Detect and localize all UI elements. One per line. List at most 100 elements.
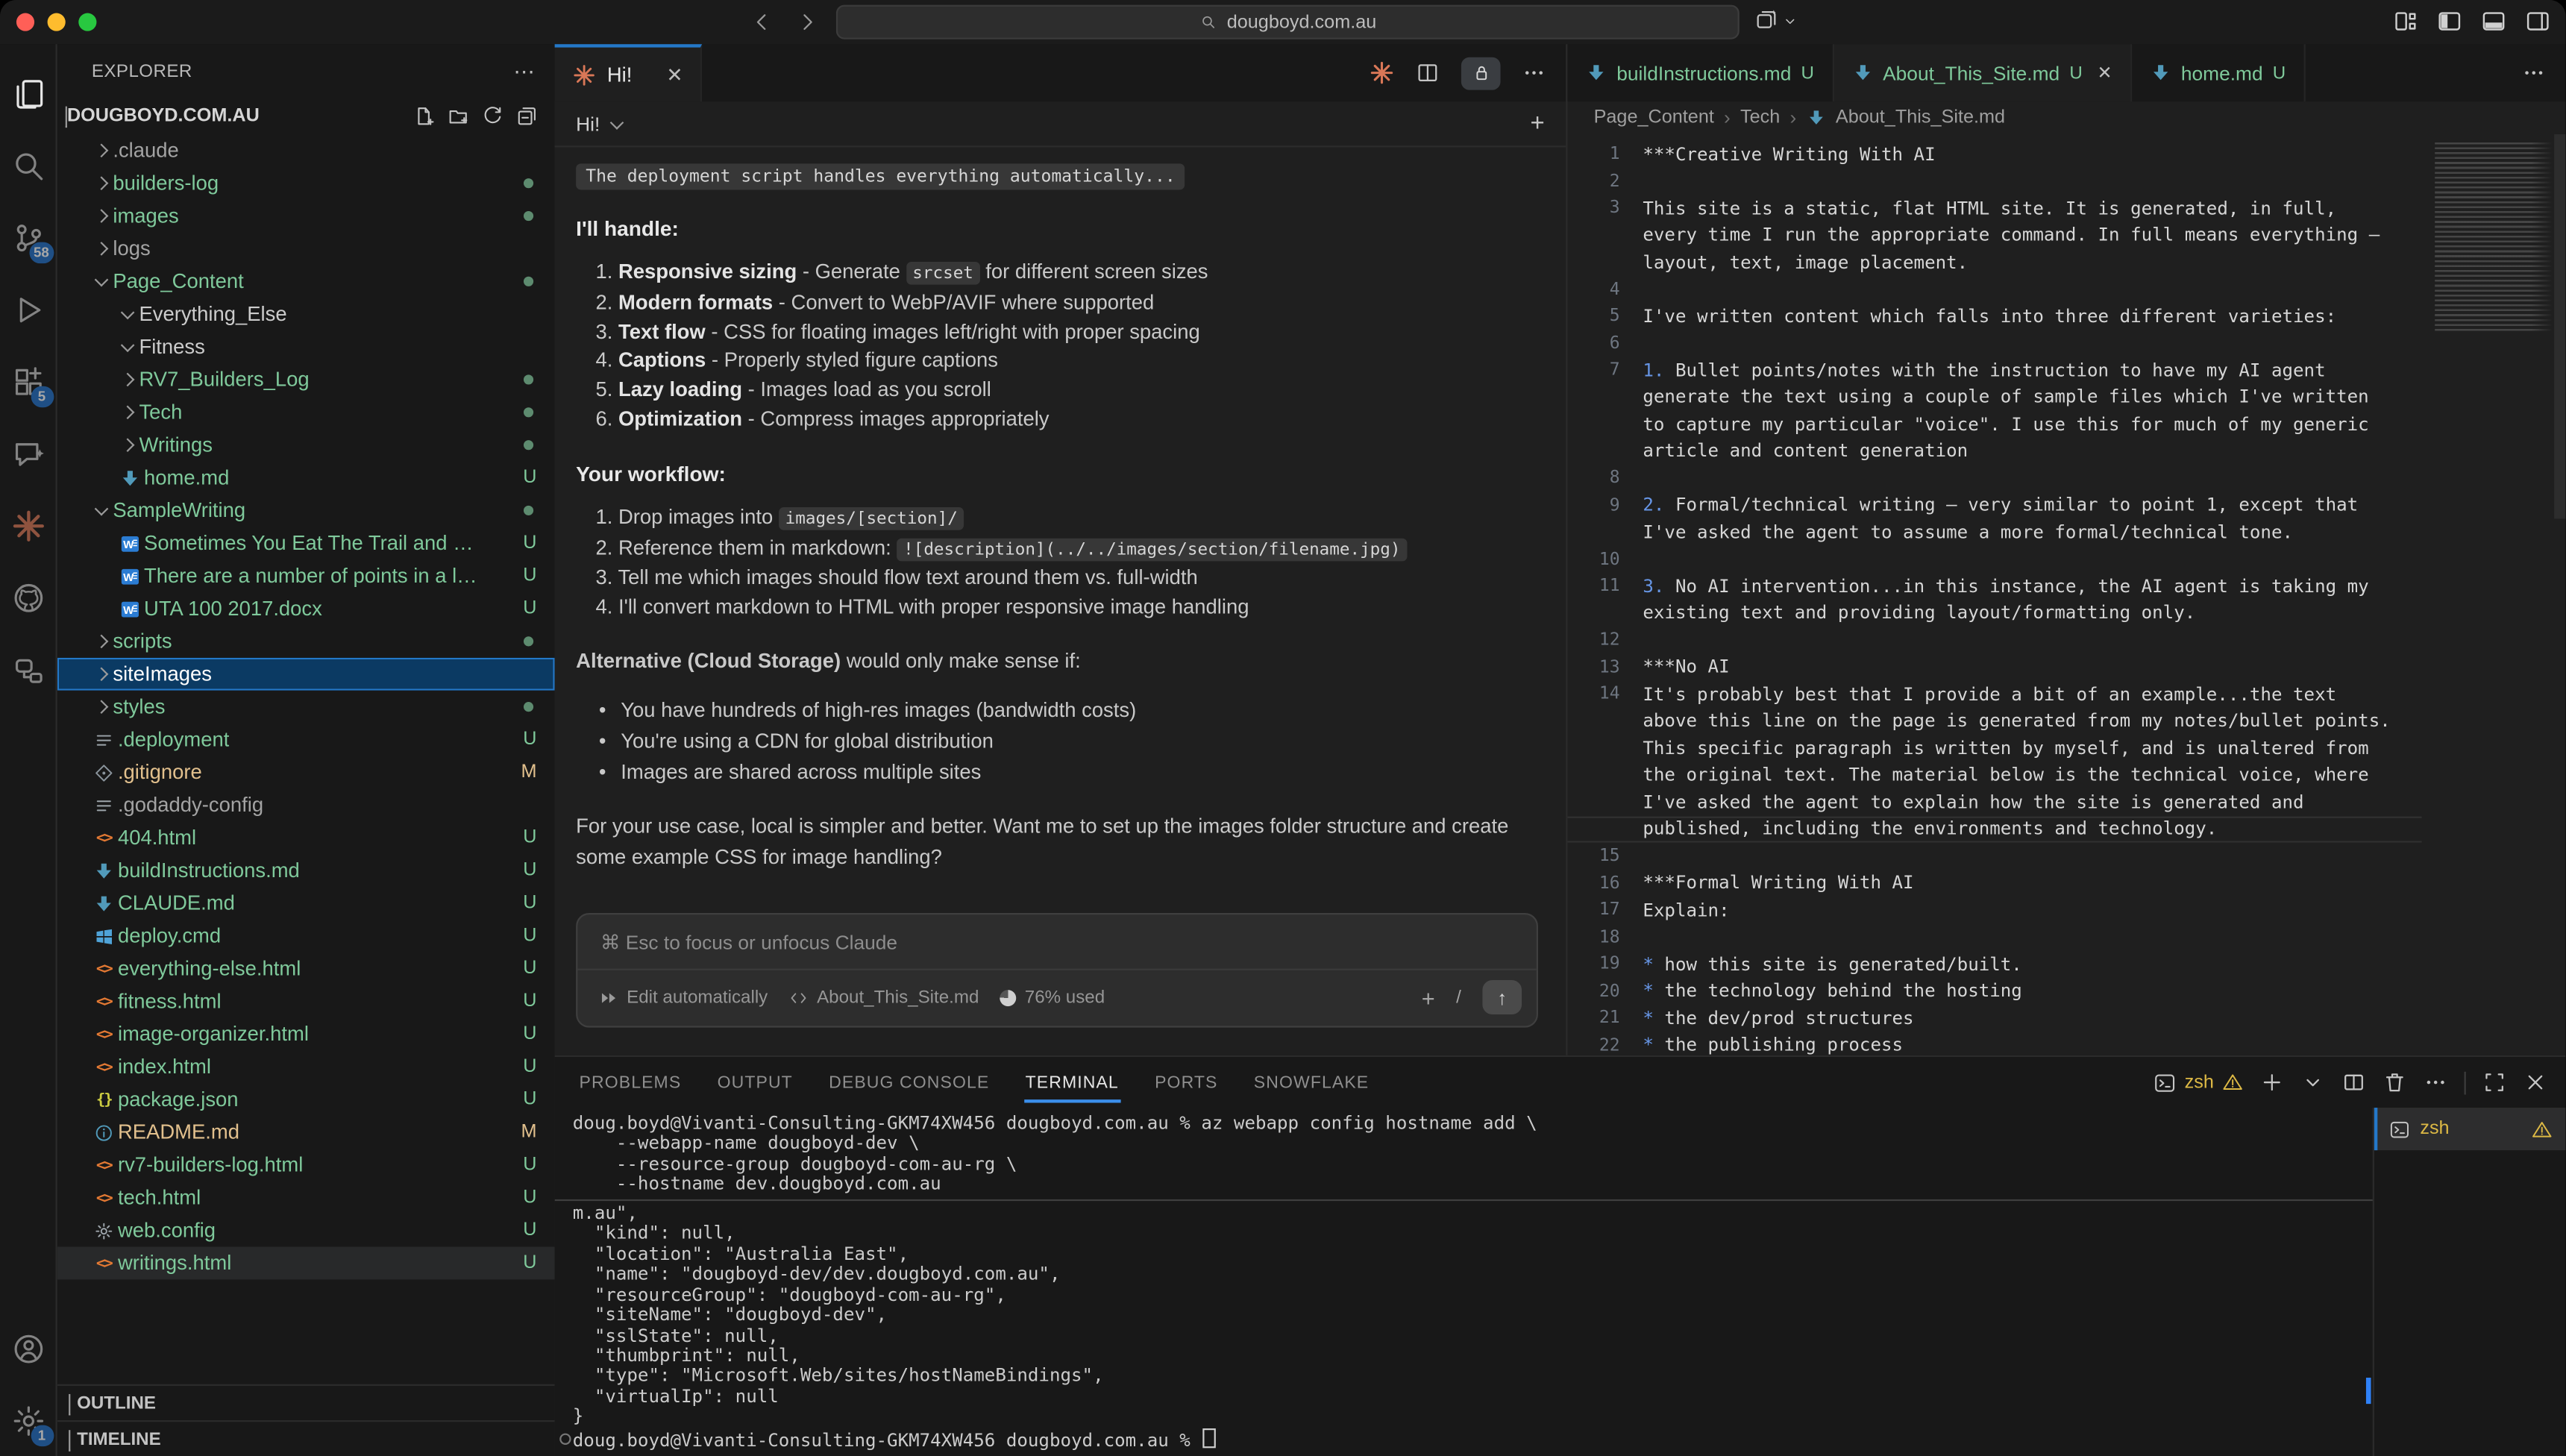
panel-right-button[interactable] <box>2525 8 2551 34</box>
editor-line[interactable]: 12 <box>1567 627 2421 653</box>
tree-item-styles[interactable]: styles <box>57 691 555 724</box>
split-editor-button[interactable] <box>1415 60 1440 85</box>
editor-line[interactable]: 13***No AI <box>1567 653 2421 680</box>
chat-input-placeholder[interactable]: ⌘ Esc to focus or unfocus Claude <box>577 914 1536 970</box>
editor-line[interactable]: above this line on the page is generated… <box>1567 708 2421 735</box>
close-icon[interactable]: ✕ <box>2098 62 2112 84</box>
tree-item-index.html[interactable]: <>index.htmlU <box>57 1050 555 1083</box>
tree-item-logs[interactable]: logs <box>57 232 555 265</box>
tree-item-tech.html[interactable]: <>tech.htmlU <box>57 1182 555 1214</box>
tree-item-image-organizer.html[interactable]: <>image-organizer.htmlU <box>57 1017 555 1050</box>
tree-item-.gitignore[interactable]: .gitignoreM <box>57 756 555 788</box>
window-minimize-button[interactable] <box>48 13 66 31</box>
panel-tab-debug-console[interactable]: DEBUG CONSOLE <box>827 1066 991 1099</box>
chat-input-box[interactable]: ⌘ Esc to focus or unfocus Claude Edit au… <box>576 913 1538 1028</box>
close-icon[interactable]: ✕ <box>666 63 683 86</box>
plus-button[interactable] <box>2259 1070 2284 1095</box>
section-outline[interactable]: OUTLINE <box>57 1384 555 1420</box>
breadcrumb[interactable]: Page_Content›Tech›About_This_Site.md <box>1567 101 2565 134</box>
editor-line[interactable]: 15 <box>1567 843 2421 870</box>
launch-profile-button[interactable]: zsh <box>2154 1071 2243 1094</box>
maximize-button[interactable] <box>2482 1070 2507 1095</box>
tab-hi[interactable]: Hi! ✕ <box>555 44 703 101</box>
trash-button[interactable] <box>2383 1070 2407 1095</box>
activity-search[interactable] <box>0 129 57 201</box>
editor-line[interactable]: 71. Bullet points/notes with the instruc… <box>1567 357 2421 383</box>
editor-line[interactable]: 113. No AI intervention...in this instan… <box>1567 573 2421 600</box>
breadcrumb-item[interactable]: Tech <box>1740 108 1780 128</box>
tree-item-404.html[interactable]: <>404.htmlU <box>57 821 555 854</box>
editor-line[interactable]: 4 <box>1567 276 2421 303</box>
editor-line[interactable]: 20* the technology behind the hosting <box>1567 978 2421 1005</box>
tab-overview-button[interactable] <box>1754 8 1798 33</box>
editor-line[interactable]: 92. Formal/technical writing – very simi… <box>1567 492 2421 518</box>
editor-line[interactable]: 3This site is a static, flat HTML site. … <box>1567 195 2421 222</box>
more-actions-button[interactable] <box>1522 60 1546 85</box>
tree-item-Sometimes You Eat The Trail and Someti...[interactable]: WSometimes You Eat The Trail and Someti.… <box>57 527 555 559</box>
tree-item-siteImages[interactable]: siteImages <box>57 658 555 691</box>
editor-line[interactable]: to capture my particular "voice". I use … <box>1567 411 2421 438</box>
panel-tab-problems[interactable]: PROBLEMS <box>577 1066 683 1099</box>
tree-item-web.config[interactable]: web.configU <box>57 1214 555 1247</box>
project-root-row[interactable]: DOUGBOYD.COM.AU <box>57 98 555 134</box>
editor-line[interactable]: I've asked the agent to explain how the … <box>1567 788 2421 815</box>
breadcrumb-item[interactable]: Page_Content <box>1594 108 1714 128</box>
tree-item-RV7_Builders_Log[interactable]: RV7_Builders_Log <box>57 363 555 396</box>
tree-item-everything-else.html[interactable]: <>everything-else.htmlU <box>57 953 555 985</box>
editor-line[interactable]: 1***Creative Writing With AI <box>1567 141 2421 168</box>
activity-run-and-debug[interactable] <box>0 273 57 345</box>
tree-item-package.json[interactable]: {}package.jsonU <box>57 1083 555 1116</box>
panel-left-button[interactable] <box>2436 8 2462 34</box>
editor-line[interactable]: 14It's probably best that I provide a bi… <box>1567 681 2421 708</box>
claude-action-button[interactable] <box>1370 60 1394 85</box>
editor-body[interactable]: 1***Creative Writing With AI 2 3This sit… <box>1567 134 2565 1055</box>
editor-line[interactable]: article and content generation <box>1567 438 2421 465</box>
new-file-button[interactable] <box>412 104 436 128</box>
editor-line[interactable]: every time I run the appropriate command… <box>1567 222 2421 248</box>
activity-claude[interactable] <box>0 489 57 562</box>
activity-accounts[interactable] <box>0 1312 57 1384</box>
tree-item-Writings[interactable]: Writings <box>57 429 555 462</box>
editor-line[interactable]: 21* the dev/prod structures <box>1567 1005 2421 1032</box>
editor-line[interactable]: 10 <box>1567 546 2421 573</box>
tree-item-CLAUDE.md[interactable]: CLAUDE.mdU <box>57 887 555 920</box>
window-close-button[interactable] <box>16 13 34 31</box>
terminal[interactable]: doug.boyd@Vivanti-Consulting-GKM74XW456 … <box>555 1108 2374 1456</box>
terminal-scrollbar[interactable] <box>2366 1378 2371 1404</box>
terminal-session-zsh[interactable]: zsh <box>2374 1108 2566 1150</box>
tree-item-README.md[interactable]: README.mdM <box>57 1116 555 1149</box>
activity-github[interactable] <box>0 561 57 633</box>
activity-remote-explorer[interactable] <box>0 633 57 706</box>
tree-item-writings.html[interactable]: <>writings.htmlU <box>57 1247 555 1280</box>
editor-line[interactable]: layout, text, image placement. <box>1567 248 2421 275</box>
tab-About_This_Site.md[interactable]: About_This_Site.md U ✕ <box>1833 44 2132 101</box>
tree-item-buildInstructions.md[interactable]: buildInstructions.mdU <box>57 854 555 887</box>
editor-line[interactable]: I've asked the agent to assume a more fo… <box>1567 518 2421 545</box>
tree-item-Everything_Else[interactable]: Everything_Else <box>57 298 555 330</box>
tree-item-Fitness[interactable]: Fitness <box>57 330 555 363</box>
explorer-more-button[interactable]: ⋯ <box>513 58 535 84</box>
tree-item-There are a number of points in a life whi...[interactable]: WThere are a number of points in a life … <box>57 559 555 592</box>
tree-item-home.md[interactable]: home.mdU <box>57 462 555 495</box>
tree-item-builders-log[interactable]: builders-log <box>57 167 555 200</box>
editor-line[interactable]: 22* the publishing process <box>1567 1032 2421 1055</box>
editor-line[interactable]: existing text and providing layout/forma… <box>1567 600 2421 627</box>
context-file-chip[interactable]: About_This_Site.md <box>789 988 979 1007</box>
editor-line[interactable]: 17Explain: <box>1567 897 2421 923</box>
back-button[interactable] <box>750 10 774 34</box>
editor-scrollbar[interactable] <box>2554 134 2565 518</box>
chat-session-title[interactable]: Hi! <box>576 112 600 135</box>
section-timeline[interactable]: TIMELINE <box>57 1420 555 1456</box>
slash-command-button[interactable]: / <box>1456 988 1461 1007</box>
panel-bottom-button[interactable] <box>2480 8 2506 34</box>
tree-item-Tech[interactable]: Tech <box>57 396 555 429</box>
tree-item-UTA 100 2017.docx[interactable]: WUTA 100 2017.docxU <box>57 592 555 625</box>
tree-item-fitness.html[interactable]: <>fitness.htmlU <box>57 985 555 1018</box>
send-button[interactable]: ↑ <box>1482 980 1522 1014</box>
panel-tab-terminal[interactable]: TERMINAL <box>1023 1066 1120 1099</box>
panel-tab-snowflake[interactable]: SNOWFLAKE <box>1252 1066 1371 1099</box>
editor-line[interactable]: 18 <box>1567 923 2421 950</box>
new-chat-button[interactable]: + <box>1531 110 1545 137</box>
lock-button[interactable] <box>1461 57 1501 90</box>
editor-line[interactable]: published, including the environments an… <box>1567 816 2421 843</box>
